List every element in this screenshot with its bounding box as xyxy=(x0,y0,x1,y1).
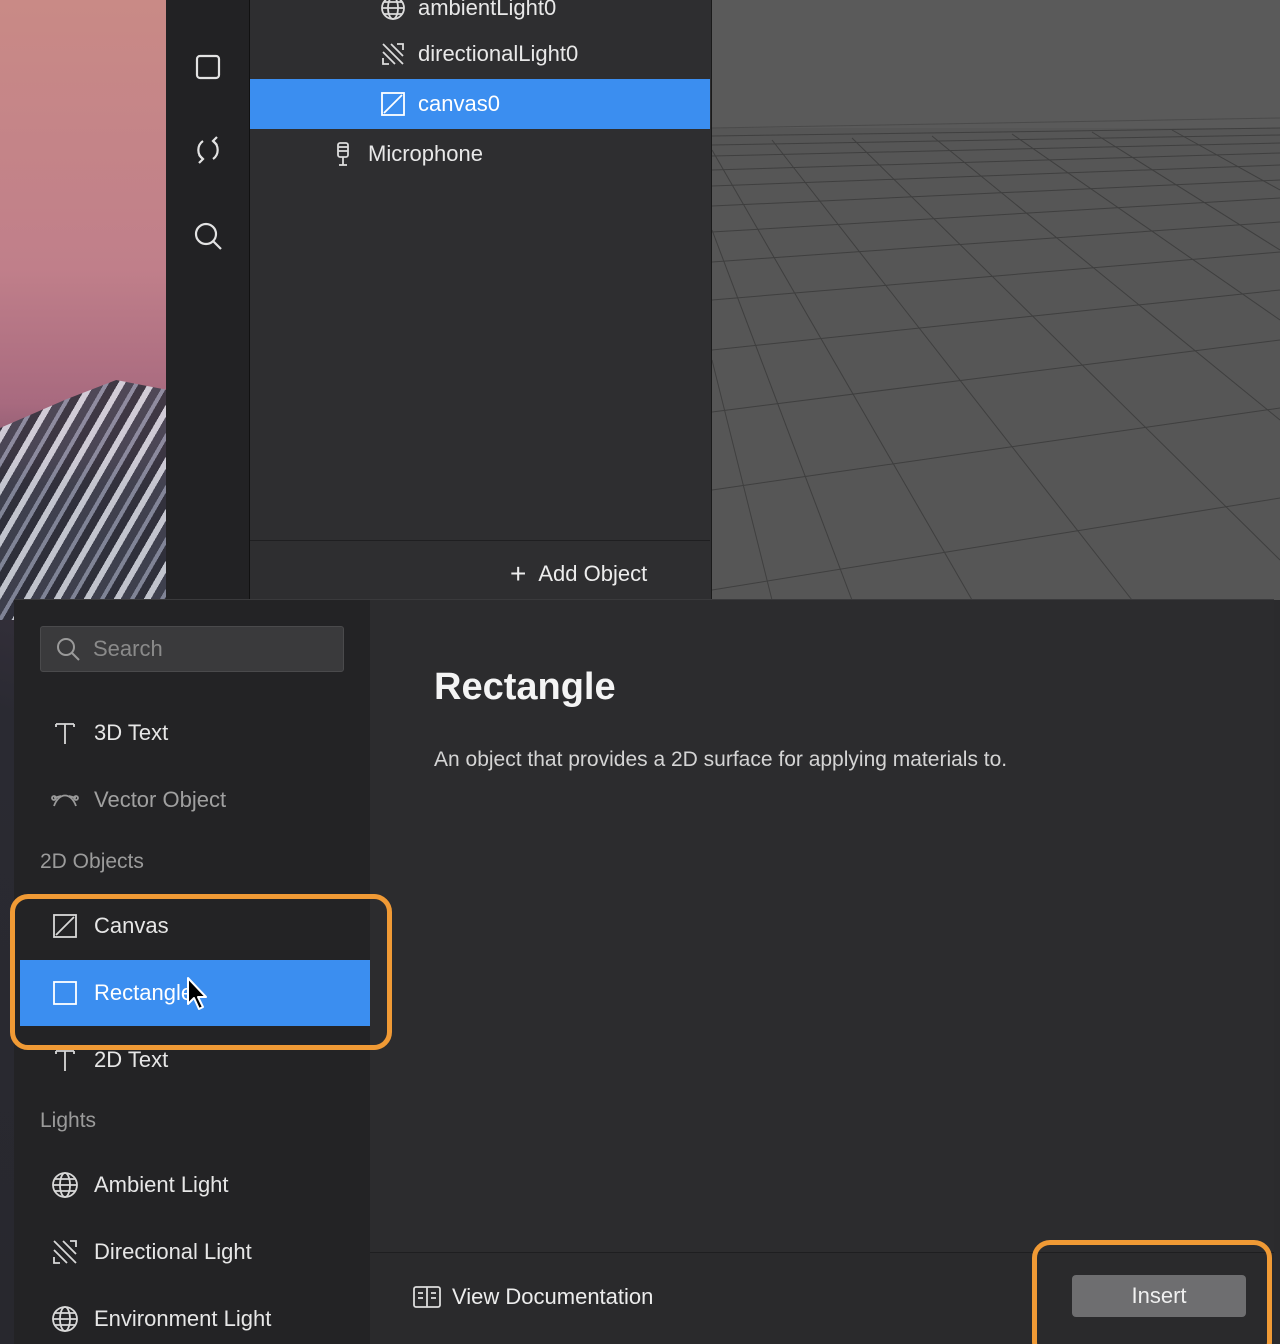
library-item-label: Environment Light xyxy=(94,1306,272,1331)
library-item-label: Directional Light xyxy=(94,1239,252,1264)
scene-item-directionallight0[interactable]: directionalLight0 xyxy=(250,29,710,79)
square-icon[interactable] xyxy=(186,45,230,89)
scene-panel: ambientLight0 directionalLight0 canvas0 … xyxy=(250,0,712,600)
vector-icon xyxy=(50,785,80,815)
detail-title: Rectangle xyxy=(434,666,616,708)
scene-item-label: Microphone xyxy=(368,141,483,166)
canvas-icon xyxy=(50,911,80,941)
search-input[interactable] xyxy=(93,636,313,662)
text-icon xyxy=(50,1045,80,1075)
search-icon[interactable] xyxy=(186,214,230,258)
detail-description: An object that provides a 2D surface for… xyxy=(434,748,1008,771)
scene-item-canvas0[interactable]: canvas0 xyxy=(250,79,710,129)
divider xyxy=(250,540,710,541)
library-item-directional-light[interactable]: Directional Light xyxy=(20,1219,370,1285)
wallpaper-mountain xyxy=(0,380,166,620)
library-item-label: 3D Text xyxy=(94,720,169,745)
microphone-icon xyxy=(328,139,358,169)
library-sidebar: 3D Text Vector Object 2D Objects Canvas … xyxy=(14,600,370,1344)
library-item-3d-text[interactable]: 3D Text xyxy=(20,700,370,766)
add-object-label: Add Object xyxy=(538,561,648,586)
library-item-2d-text[interactable]: 2D Text xyxy=(20,1027,370,1093)
view-documentation-label: View Documentation xyxy=(452,1284,654,1309)
rectangle-icon xyxy=(50,978,80,1008)
library-category-lights: Lights xyxy=(40,1109,97,1132)
library-item-label: Ambient Light xyxy=(94,1172,229,1197)
library-item-label: 2D Text xyxy=(94,1047,169,1072)
view-documentation-link[interactable]: View Documentation xyxy=(412,1277,653,1317)
directional-light-icon xyxy=(50,1237,80,1267)
globe-icon xyxy=(378,0,408,23)
canvas-icon xyxy=(378,89,408,119)
globe-icon xyxy=(50,1304,80,1334)
add-object-button[interactable]: + Add Object xyxy=(510,554,647,594)
scene-item-label: directionalLight0 xyxy=(418,41,579,66)
library-item-label: Vector Object xyxy=(94,787,227,812)
search-field[interactable] xyxy=(40,626,344,672)
library-item-label: Rectangle xyxy=(94,980,194,1005)
directional-light-icon xyxy=(378,39,408,69)
library-item-vector-object[interactable]: Vector Object xyxy=(20,767,370,833)
globe-icon xyxy=(50,1170,80,1200)
toolbar xyxy=(166,0,250,600)
scene-item-label: ambientLight0 xyxy=(418,0,557,20)
refresh-icon[interactable] xyxy=(186,128,230,172)
dialog-footer: View Documentation Insert xyxy=(370,1252,1274,1344)
library-item-environment-light[interactable]: Environment Light xyxy=(20,1286,370,1344)
library-item-canvas[interactable]: Canvas xyxy=(20,893,370,959)
library-item-label: Canvas xyxy=(94,913,169,938)
scene-item-label: canvas0 xyxy=(418,91,500,116)
book-icon xyxy=(413,1286,441,1308)
plus-icon: + xyxy=(510,558,527,589)
library-item-ambient-light[interactable]: Ambient Light xyxy=(20,1152,370,1218)
text-icon xyxy=(50,718,80,748)
library-item-rectangle[interactable]: Rectangle xyxy=(20,960,370,1026)
viewport-grid xyxy=(712,0,1280,600)
insert-button[interactable]: Insert xyxy=(1072,1275,1246,1317)
library-category-2d-objects: 2D Objects xyxy=(40,850,144,873)
insert-dialog: 3D Text Vector Object 2D Objects Canvas … xyxy=(10,599,1274,1344)
search-icon xyxy=(57,638,80,661)
scene-item-microphone[interactable]: Microphone xyxy=(250,129,710,179)
viewport[interactable] xyxy=(712,0,1280,600)
